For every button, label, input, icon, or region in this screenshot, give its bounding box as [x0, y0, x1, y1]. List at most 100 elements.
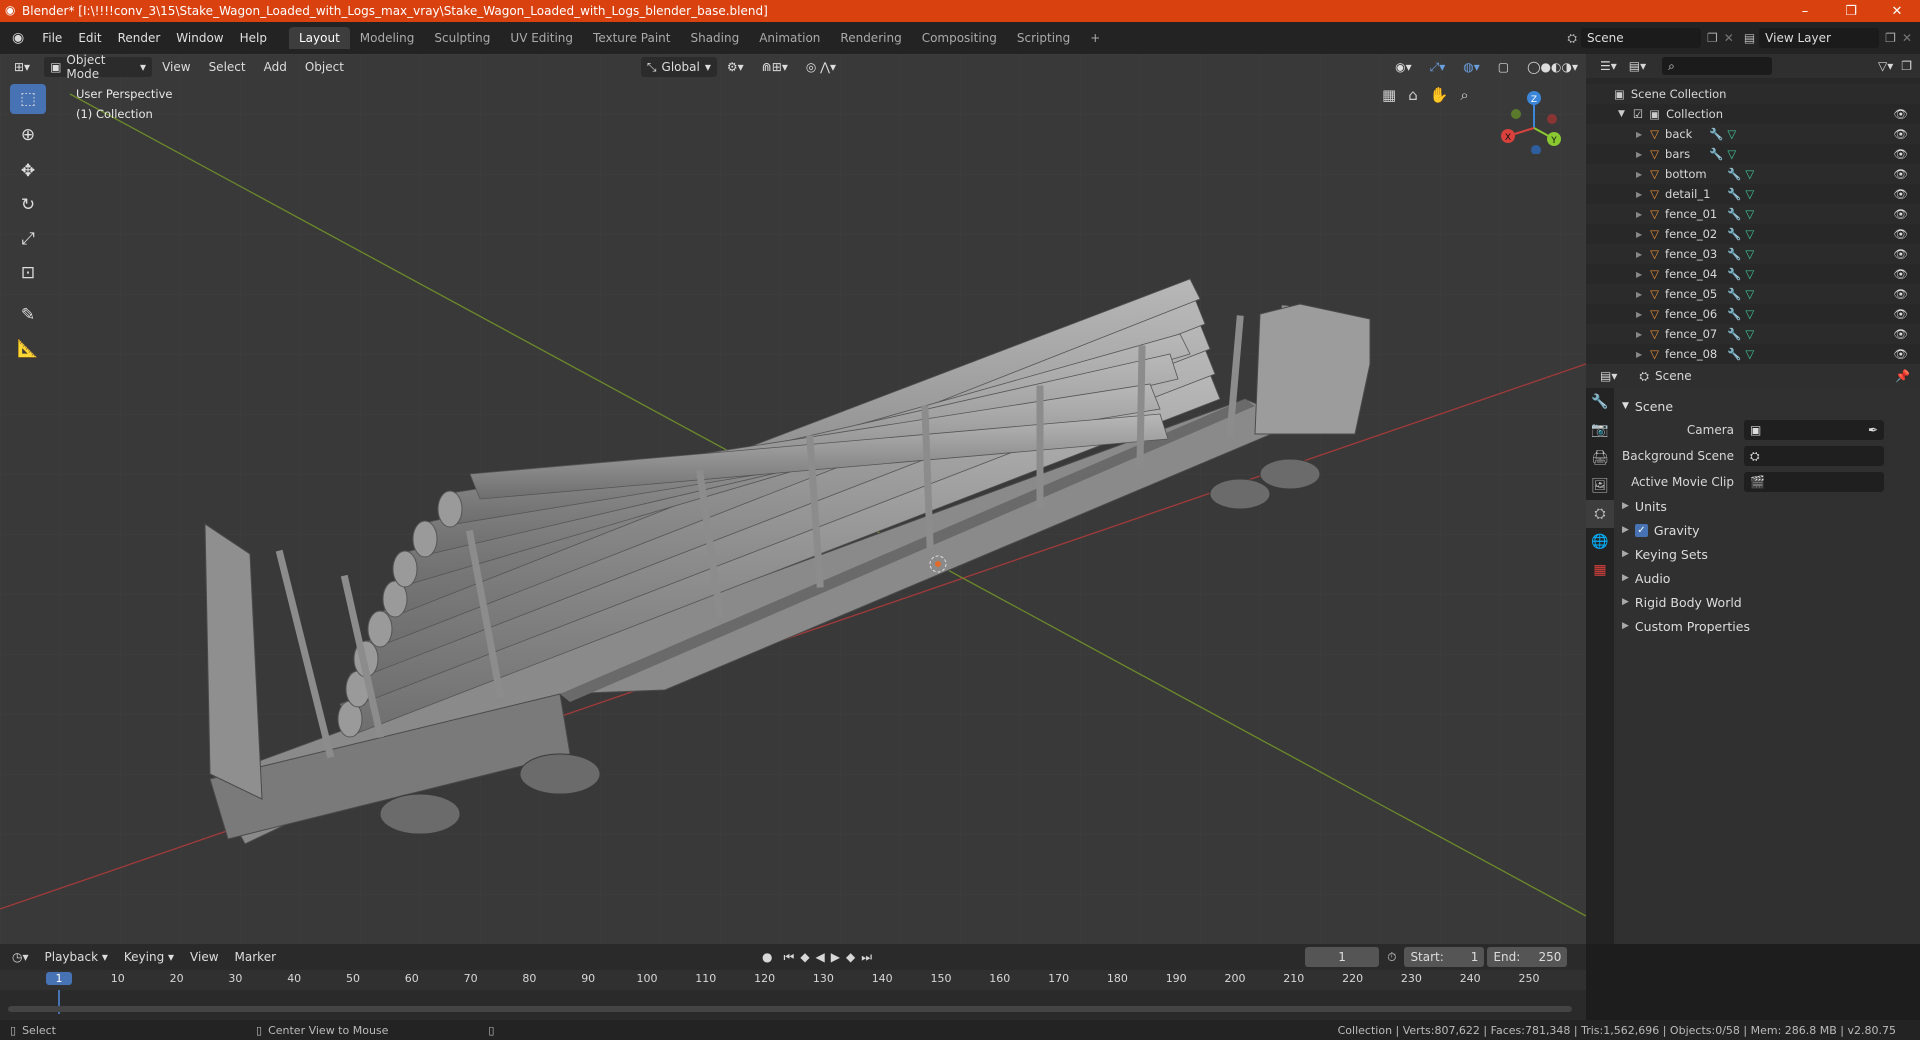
tab-scripting[interactable]: Scripting	[1007, 27, 1080, 49]
view-layer-selector[interactable]: View Layer	[1759, 28, 1880, 48]
tab-uv-editing[interactable]: UV Editing	[500, 27, 583, 49]
camera-view-icon[interactable]: ⌂	[1408, 86, 1418, 104]
eye-icon[interactable]: 👁	[1893, 107, 1908, 121]
end-frame-field[interactable]: End: 250	[1487, 947, 1568, 967]
expand-arrow-icon[interactable]: ▶	[1636, 210, 1642, 219]
outliner-object-row[interactable]: ▶ ▽ fence_08 🔧 ▽ 👁	[1586, 344, 1920, 364]
zoom-icon[interactable]: ⌕	[1460, 86, 1468, 104]
view-layer-icon[interactable]: ▤	[1740, 31, 1759, 45]
render-tab-icon[interactable]: 📷	[1586, 416, 1614, 444]
expand-arrow-icon[interactable]: ▶	[1636, 170, 1642, 179]
expand-arrow-icon[interactable]: ▶	[1636, 270, 1642, 279]
scene-panel-header[interactable]: ▼ Scene	[1614, 394, 1920, 418]
outliner-object-row[interactable]: ▶ ▽ fence_02 🔧 ▽ 👁	[1586, 224, 1920, 244]
timeline-menu-marker[interactable]: Marker	[227, 948, 284, 966]
eye-icon[interactable]: 👁	[1893, 267, 1908, 281]
snap-icon[interactable]: ⋒⊞▾	[754, 58, 796, 76]
scene-selector-icon[interactable]: ⛭	[1563, 31, 1581, 46]
preview-range-icon[interactable]: ⏱	[1379, 950, 1404, 965]
outliner-object-row[interactable]: ▶ ▽ detail_1 🔧 ▽ 👁	[1586, 184, 1920, 204]
background-scene-field[interactable]: ⛭	[1744, 446, 1884, 466]
new-view-layer-icon[interactable]: ❐	[1879, 31, 1902, 45]
expand-arrow-icon[interactable]: ▶	[1636, 330, 1642, 339]
eye-icon[interactable]: 👁	[1893, 167, 1908, 181]
collection-row[interactable]: ▼ ☑ ▣ Collection 👁	[1586, 104, 1920, 124]
outliner-object-row[interactable]: ▶ ▽ back 🔧 ▽ 👁	[1586, 124, 1920, 144]
outliner-object-row[interactable]: ▶ ▽ fence_05 🔧 ▽ 👁	[1586, 284, 1920, 304]
overlays-icon[interactable]: ◍▾	[1455, 58, 1488, 76]
prev-keyframe-icon[interactable]: ◆	[797, 950, 812, 964]
output-tab-icon[interactable]: 🖨	[1586, 444, 1614, 472]
properties-subpanel[interactable]: ▶ Keying Sets	[1614, 542, 1920, 566]
expand-arrow-icon[interactable]: ▶	[1636, 250, 1642, 259]
tab-sculpting[interactable]: Sculpting	[424, 27, 500, 49]
filter-icon[interactable]: ▽▾	[1872, 59, 1899, 73]
expand-arrow-icon[interactable]: ▶	[1636, 190, 1642, 199]
outliner-search-input[interactable]: ⌕	[1662, 57, 1773, 75]
move-tool-icon[interactable]: ✥	[10, 156, 46, 186]
active-movie-clip-field[interactable]: 🎬	[1744, 472, 1884, 492]
blender-menu-icon[interactable]: ◉	[0, 30, 34, 46]
eye-icon[interactable]: 👁	[1893, 227, 1908, 241]
navigation-gizmo[interactable]: Z Y X	[1496, 84, 1566, 154]
select-box-tool-icon[interactable]: ⬚	[10, 84, 46, 114]
eye-icon[interactable]: 👁	[1893, 327, 1908, 341]
jump-start-icon[interactable]: ⏮	[781, 950, 798, 965]
add-workspace-button[interactable]: +	[1080, 27, 1110, 49]
current-frame-field[interactable]: 1	[1305, 947, 1380, 967]
outliner-object-row[interactable]: ▶ ▽ bottom 🔧 ▽ 👁	[1586, 164, 1920, 184]
tab-shading[interactable]: Shading	[680, 27, 749, 49]
eyedropper-icon[interactable]: ✒	[1868, 423, 1878, 437]
maximize-button[interactable]: ❐	[1828, 4, 1874, 19]
new-collection-icon[interactable]: ❐	[1899, 59, 1920, 73]
tab-rendering[interactable]: Rendering	[830, 27, 911, 49]
tool-tab-icon[interactable]: 🔧	[1586, 388, 1614, 416]
menu-file[interactable]: File	[34, 31, 70, 45]
viewport-menu-view[interactable]: View	[154, 58, 198, 76]
shading-mode-icons[interactable]: ◯●◐◑▾	[1519, 58, 1586, 76]
camera-field[interactable]: ▣ ✒	[1744, 420, 1884, 440]
start-frame-field[interactable]: Start: 1	[1404, 947, 1485, 967]
mode-dropdown[interactable]: ▣ Object Mode ▾	[44, 54, 153, 81]
viewport-menu-object[interactable]: Object	[297, 58, 352, 76]
jump-end-icon[interactable]: ⏭	[858, 950, 875, 965]
next-keyframe-icon[interactable]: ◆	[843, 950, 858, 964]
properties-subpanel[interactable]: ▶ Audio	[1614, 566, 1920, 590]
display-mode-icon[interactable]: ▤▾	[1623, 59, 1652, 73]
expand-arrow-icon[interactable]: ▶	[1636, 150, 1642, 159]
properties-subpanel[interactable]: ▶ Custom Properties	[1614, 614, 1920, 638]
scene-tab-icon[interactable]: ⛭	[1586, 500, 1614, 528]
expand-arrow-icon[interactable]: ▶	[1636, 130, 1642, 139]
eye-icon[interactable]: 👁	[1893, 207, 1908, 221]
expand-arrow-icon[interactable]: ▶	[1636, 350, 1642, 359]
menu-render[interactable]: Render	[110, 31, 169, 45]
outliner-object-row[interactable]: ▶ ▽ fence_03 🔧 ▽ 👁	[1586, 244, 1920, 264]
timeline-menu-view[interactable]: View	[182, 948, 226, 966]
eye-icon[interactable]: 👁	[1893, 347, 1908, 361]
frame-ruler[interactable]: 1 10 20 30 40 50 60 70 80 90 100 110 120 130 140 150 160…	[0, 970, 1586, 1014]
texture-tab-icon[interactable]: ▦	[1586, 556, 1614, 584]
view-layer-tab-icon[interactable]: 🖼	[1586, 472, 1614, 500]
gravity-checkbox[interactable]: ✓	[1634, 523, 1648, 537]
outliner-object-row[interactable]: ▶ ▽ fence_06 🔧 ▽ 👁	[1586, 304, 1920, 324]
outliner-object-row[interactable]: ▶ ▽ bars 🔧 ▽ 👁	[1586, 144, 1920, 164]
annotate-tool-icon[interactable]: ✎	[10, 300, 46, 330]
expand-arrow-icon[interactable]: ▶	[1636, 310, 1642, 319]
3d-viewport[interactable]: ⊞▾ ▣ Object Mode ▾ View Select Add Objec…	[0, 54, 1586, 944]
properties-subpanel[interactable]: ▶ Units	[1614, 494, 1920, 518]
outliner-object-row[interactable]: ▶ ▽ fence_01 🔧 ▽ 👁	[1586, 204, 1920, 224]
expand-arrow-icon[interactable]: ▶	[1636, 230, 1642, 239]
tab-layout[interactable]: Layout	[288, 27, 350, 49]
measure-tool-icon[interactable]: 📐	[10, 334, 46, 364]
eye-icon[interactable]: 👁	[1893, 287, 1908, 301]
delete-view-layer-icon[interactable]: ✕	[1902, 31, 1920, 45]
menu-edit[interactable]: Edit	[70, 31, 109, 45]
eye-icon[interactable]: 👁	[1893, 307, 1908, 321]
xray-icon[interactable]: ▢	[1490, 58, 1517, 76]
transform-tool-icon[interactable]: ⊡	[10, 258, 46, 288]
eye-icon[interactable]: 👁	[1893, 127, 1908, 141]
visibility-icon[interactable]: ◉▾	[1387, 58, 1420, 76]
current-frame-marker[interactable]: 1	[46, 972, 72, 985]
record-icon[interactable]: ●	[754, 950, 780, 964]
play-icon[interactable]: ▶	[828, 950, 843, 964]
